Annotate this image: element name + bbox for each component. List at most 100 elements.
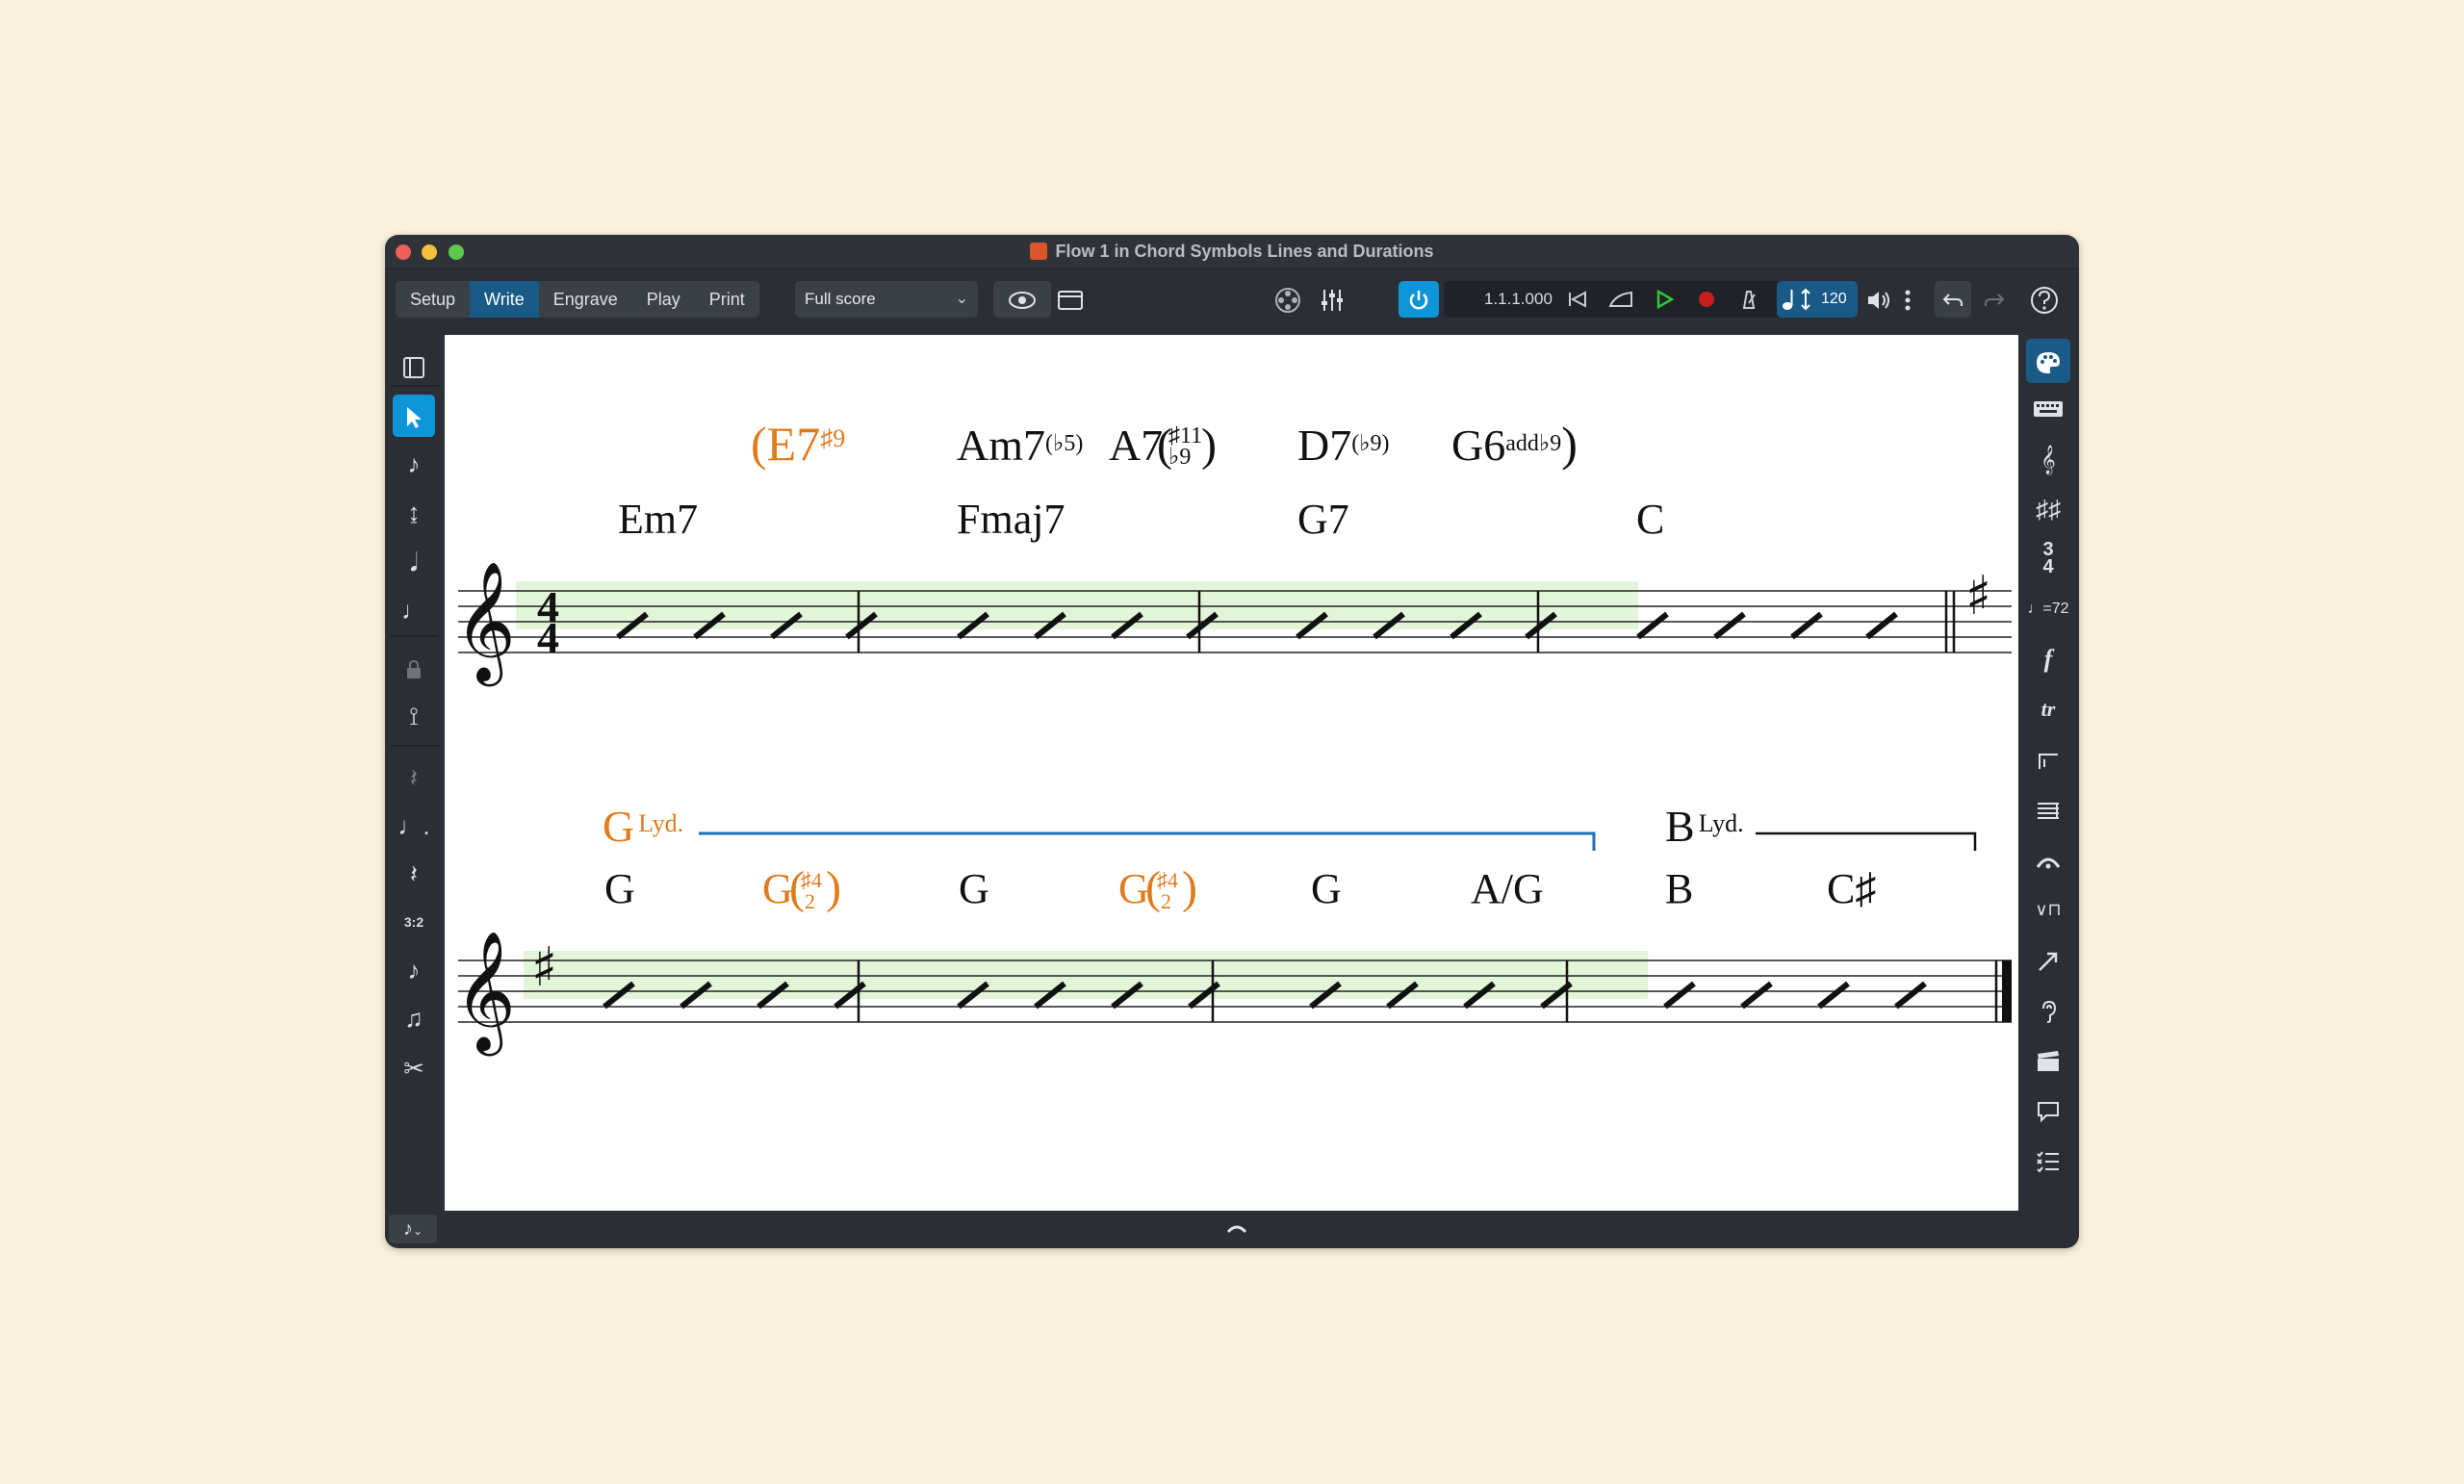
- title-bar: Flow 1 in Chord Symbols Lines and Durati…: [385, 235, 2079, 269]
- tie-slur-button[interactable]: ♩: [393, 589, 435, 631]
- mode-tab-write[interactable]: Write: [470, 281, 539, 318]
- mode-tab-engrave[interactable]: Engrave: [539, 281, 632, 318]
- toggle-bottom-panel-button[interactable]: [1222, 1216, 1251, 1241]
- lyrics-button[interactable]: [2026, 987, 2070, 1032]
- chord-symbol[interactable]: Fmaj7: [957, 496, 1065, 543]
- rewind-to-start-icon[interactable]: [1567, 290, 1588, 309]
- chord-input-button[interactable]: 𝅘𝅥: [393, 541, 435, 583]
- chord-symbol-highlighted[interactable]: G ( ♯4 2 ): [762, 862, 841, 913]
- chord-symbol-line-start[interactable]: G Lyd.: [603, 802, 683, 851]
- key-signature-icon: ♯♯: [2036, 495, 2061, 524]
- caret-button[interactable]: ⟟: [393, 695, 435, 737]
- bars-icon: [2038, 803, 2059, 820]
- chord-duration-line[interactable]: [699, 832, 1596, 851]
- chord-symbol[interactable]: G: [604, 865, 635, 912]
- chord-symbol[interactable]: G7: [1297, 496, 1349, 543]
- lines-button[interactable]: [2026, 937, 2070, 982]
- scissors-button[interactable]: ✂: [393, 1047, 435, 1089]
- loop-icon[interactable]: [1608, 290, 1633, 309]
- chord-symbol[interactable]: G: [959, 865, 989, 912]
- chord-symbol-alternative[interactable]: G6add♭9): [1451, 417, 1578, 471]
- tie-button[interactable]: ♫: [393, 997, 435, 1039]
- redo-icon[interactable]: [1977, 281, 2012, 318]
- score-view[interactable]: 𝄞 4 4 ♯ Em7 Fmaj7 G7 C (E7♯9 Am7(♭5) A7 …: [445, 335, 2018, 1211]
- repeat-endings-button[interactable]: [2026, 737, 2070, 781]
- tuplet-button[interactable]: 3:2: [393, 901, 435, 943]
- toolbox-divider: [391, 385, 439, 387]
- select-tool-button[interactable]: [393, 395, 435, 437]
- note-input-options-button[interactable]: ♪⌄: [389, 1215, 437, 1243]
- ornaments-button[interactable]: tr: [2026, 687, 2070, 731]
- rest-insert-button[interactable]: 𝄽: [393, 756, 435, 799]
- comments-button[interactable]: [2026, 1087, 2070, 1132]
- lock-duration-button[interactable]: [393, 647, 435, 689]
- clefs-button[interactable]: 𝄞: [2026, 437, 2070, 481]
- time-signatures-button[interactable]: 34: [2026, 537, 2070, 581]
- playing-techniques-button[interactable]: ∨⊓: [2026, 887, 2070, 932]
- dotted-note-icon: ♩.: [398, 811, 430, 840]
- key-signatures-button[interactable]: ♯♯: [2026, 487, 2070, 531]
- tuplet-icon: 3:2: [403, 914, 424, 930]
- view-options-button[interactable]: [993, 281, 1051, 318]
- chord-symbol[interactable]: B: [1665, 865, 1693, 912]
- layout-select-value: Full score: [805, 290, 876, 308]
- chord-symbol[interactable]: Em7: [618, 496, 698, 543]
- layout-select[interactable]: Full score ⌄: [795, 281, 978, 318]
- tempo-button[interactable]: ♩=72: [2026, 587, 2070, 631]
- insert-note-icon: ♪: [407, 449, 421, 478]
- window-title: Flow 1 in Chord Symbols Lines and Durati…: [385, 242, 2079, 262]
- treble-clef: 𝄞: [454, 931, 516, 1056]
- mode-tab-print[interactable]: Print: [695, 281, 759, 318]
- record-icon[interactable]: [1696, 289, 1717, 310]
- chord-symbol[interactable]: G: [1311, 865, 1342, 912]
- time-signature-bottom: 4: [537, 613, 559, 662]
- cues-button[interactable]: [2026, 1037, 2070, 1082]
- rest-button[interactable]: 𝄽: [393, 853, 435, 895]
- tempo-display[interactable]: 120: [1777, 281, 1858, 318]
- chord-symbol-alternative[interactable]: A7: [1109, 421, 1163, 470]
- chord-duration-line[interactable]: [1756, 832, 1977, 851]
- notes-toolbox: ♪ ↨ 𝅘𝅥 ♩ ⟟ 𝄽 ♩. 𝄽 3:2 ♪ ♫ ✂: [385, 329, 445, 1224]
- chord-symbol-alternative[interactable]: (E7♯9: [751, 417, 845, 471]
- panel-toggle-button[interactable]: [393, 345, 435, 387]
- chord-symbol[interactable]: C♯: [1827, 865, 1876, 912]
- bars-button[interactable]: [2026, 787, 2070, 832]
- chord-symbol-alternative[interactable]: D7(♭9): [1297, 421, 1390, 470]
- mode-tab-setup[interactable]: Setup: [396, 281, 470, 318]
- key-change-sharp: ♯: [1965, 565, 1991, 627]
- holds-pauses-button[interactable]: [2026, 837, 2070, 882]
- notations-list-button[interactable]: [2026, 1138, 2070, 1182]
- undo-button[interactable]: [1935, 281, 1971, 318]
- dotted-note-button[interactable]: ♩.: [393, 805, 435, 847]
- keyboard-button[interactable]: [2026, 385, 2070, 429]
- chord-symbol-line-start[interactable]: B Lyd.: [1665, 802, 1744, 851]
- tempo-arrows-icon: [1801, 288, 1810, 311]
- chord-symbols-system-2[interactable]: G G ( ♯4 2 ) G G ( ♯4 2 ) G A/G B C♯: [604, 862, 1876, 913]
- chord-symbol-highlighted[interactable]: G ( ♯4 2 ): [1118, 862, 1197, 913]
- chord-symbol[interactable]: A/G: [1471, 865, 1544, 912]
- chord-symbols-system-1[interactable]: Em7 Fmaj7 G7 C (E7♯9 Am7(♭5) A7 ( ♯11 ♭9…: [618, 417, 1664, 543]
- insert-note-button[interactable]: ♪: [393, 443, 435, 485]
- more-vertical-icon[interactable]: [1898, 281, 1917, 318]
- pitch-button[interactable]: ↨: [393, 491, 435, 533]
- window-layout-button[interactable]: [1055, 281, 1086, 318]
- help-button[interactable]: [2025, 281, 2064, 318]
- metronome-icon[interactable]: [1738, 289, 1759, 310]
- mode-tab-play[interactable]: Play: [632, 281, 695, 318]
- tie-icon: ♫: [404, 1004, 424, 1033]
- grace-note-button[interactable]: ♪: [393, 949, 435, 991]
- chord-bracket-close: ): [1201, 420, 1217, 471]
- play-icon[interactable]: [1654, 289, 1675, 310]
- dynamics-button[interactable]: f: [2026, 637, 2070, 681]
- chord-bracket-close: ): [826, 862, 841, 913]
- video-reel-icon[interactable]: [1270, 281, 1305, 318]
- palette-button[interactable]: [2026, 339, 2070, 383]
- music-notation[interactable]: 𝄞 4 4 ♯ Em7 Fmaj7 G7 C (E7♯9 Am7(♭5) A7 …: [445, 335, 2018, 1211]
- undo-icon: [1942, 294, 1963, 307]
- chord-symbol-alternative[interactable]: Am7(♭5): [957, 421, 1083, 470]
- chord-symbol[interactable]: C: [1636, 496, 1664, 543]
- chord-lines-system-2[interactable]: G Lyd. B Lyd.: [603, 802, 1977, 851]
- speaker-icon[interactable]: [1861, 281, 1896, 318]
- mixer-icon[interactable]: [1315, 281, 1349, 318]
- activate-project-button[interactable]: [1399, 281, 1439, 318]
